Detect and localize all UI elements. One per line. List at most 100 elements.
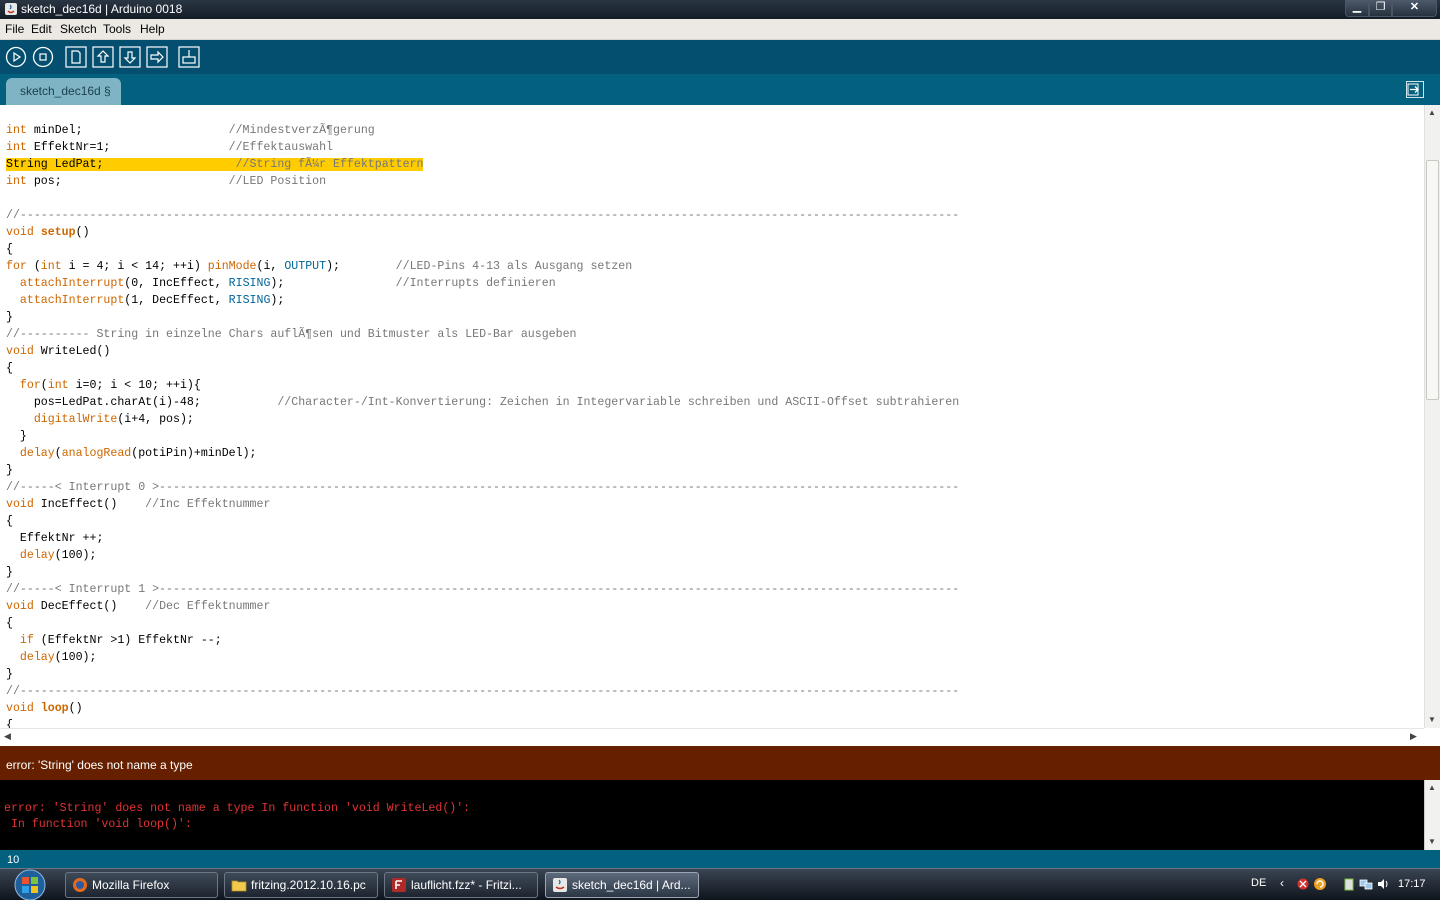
upload-button[interactable] (146, 46, 168, 68)
code-token: //LED Position (228, 175, 327, 188)
code-line[interactable]: String LedPat; //String fÃ¼r Effektpatte… (6, 156, 424, 173)
tab-sketch[interactable]: sketch_dec16d § (6, 78, 121, 105)
code-line[interactable]: if (EffektNr >1) EffektNr --; (6, 632, 222, 649)
verify-button[interactable] (5, 46, 27, 68)
stop-button[interactable] (32, 46, 54, 68)
code-line[interactable]: { (6, 513, 13, 530)
menu-help[interactable]: Help (140, 22, 165, 36)
code-line[interactable]: } (6, 666, 13, 683)
code-token: //-----< Interrupt 1 >------------------… (6, 583, 960, 596)
code-token: ( (54, 447, 62, 460)
editor-vertical-scrollbar[interactable]: ▲ ▼ (1424, 105, 1440, 728)
save-button[interactable] (119, 46, 141, 68)
menu-tools[interactable]: Tools (103, 22, 131, 36)
open-button[interactable] (92, 46, 114, 68)
code-line[interactable]: EffektNr ++; (6, 530, 104, 547)
code-line[interactable]: } (6, 428, 27, 445)
volume-icon[interactable] (1376, 877, 1390, 891)
code-line[interactable]: //--------------------------------------… (6, 207, 959, 224)
code-token: { (6, 617, 13, 630)
tab-menu-button[interactable] (1406, 81, 1424, 98)
scroll-up-arrow-icon[interactable]: ▲ (1428, 108, 1436, 117)
scroll-down-arrow-icon[interactable]: ▼ (1428, 715, 1436, 724)
minimize-button[interactable]: ▁ (1345, 0, 1369, 17)
code-line[interactable]: //-----< Interrupt 0 >------------------… (6, 479, 959, 496)
menu-file[interactable]: File (5, 22, 24, 36)
code-token: attachInterrupt (19, 277, 125, 290)
code-line[interactable]: } (6, 309, 13, 326)
start-button[interactable] (8, 869, 52, 900)
scroll-left-arrow-icon[interactable]: ◀ (4, 731, 11, 742)
code-line[interactable]: void loop() (6, 700, 83, 717)
console-scrollbar[interactable]: ▲ ▼ (1424, 780, 1440, 850)
code-token: void (6, 498, 34, 511)
code-token: WriteLed() (33, 345, 111, 358)
code-token: void (6, 702, 34, 715)
code-token: delay (19, 651, 55, 664)
code-line[interactable]: int EffektNr=1; //Effektauswahl (6, 139, 333, 156)
editor-scroll-thumb[interactable] (1426, 160, 1439, 400)
code-token: for (6, 260, 27, 273)
serial-monitor-button[interactable] (178, 46, 200, 68)
code-line[interactable]: delay(100); (6, 547, 97, 564)
code-line[interactable]: for (int i = 4; i < 14; ++i) pinMode(i, … (6, 258, 632, 275)
console-scroll-up-icon[interactable]: ▲ (1428, 783, 1436, 792)
code-line[interactable]: pos=LedPat.charAt(i)-48; //Character-/In… (6, 394, 959, 411)
antivirus-tray-icon[interactable] (1296, 877, 1310, 891)
code-token: pos=LedPat.charAt(i)-48; (6, 396, 278, 409)
code-line[interactable]: } (6, 462, 13, 479)
code-line[interactable]: void WriteLed() (6, 343, 110, 360)
code-line[interactable]: //-----< Interrupt 1 >------------------… (6, 581, 959, 598)
code-line[interactable]: { (6, 360, 13, 377)
code-line[interactable]: for(int i=0; i < 10; ++i){ (6, 377, 201, 394)
code-line[interactable]: digitalWrite(i+4, pos); (6, 411, 194, 428)
code-token: void (6, 345, 34, 358)
code-line[interactable]: { (6, 241, 13, 258)
scroll-right-arrow-icon[interactable]: ▶ (1410, 731, 1417, 742)
language-indicator[interactable]: DE (1251, 877, 1266, 889)
code-token: //Effektauswahl (228, 141, 334, 154)
close-button[interactable]: ✕ (1392, 0, 1437, 17)
clock[interactable]: 17:17 (1398, 878, 1426, 890)
code-line[interactable]: void IncEffect() //Inc Effektnummer (6, 496, 270, 513)
code-line[interactable]: //--------------------------------------… (6, 683, 959, 700)
code-token: { (6, 515, 13, 528)
code-editor[interactable]: int minDel; //MindestverzÃ¶gerung int Eff… (0, 105, 1424, 728)
fritzing-icon (392, 878, 406, 892)
code-token: for (19, 379, 41, 392)
code-line[interactable]: delay(100); (6, 649, 97, 666)
code-line[interactable]: //---------- String in einzelne Chars au… (6, 326, 577, 343)
menu-edit[interactable]: Edit (31, 22, 52, 36)
code-line[interactable]: attachInterrupt(0, IncEffect, RISING); /… (6, 275, 556, 292)
code-line[interactable]: } (6, 564, 13, 581)
editor-horizontal-scrollbar[interactable]: ◀ ▶ (0, 728, 1424, 744)
task-firefox[interactable]: Mozilla Firefox (65, 872, 218, 898)
code-token: loop (40, 702, 69, 715)
code-line[interactable]: void DecEffect() //Dec Effektnummer (6, 598, 270, 615)
maximize-button[interactable]: ❐ (1369, 0, 1392, 17)
console-scroll-down-icon[interactable]: ▼ (1428, 837, 1436, 846)
task-fritzing-folder[interactable]: fritzing.2012.10.16.pc (224, 872, 378, 898)
code-token: (i, (256, 260, 285, 273)
code-line[interactable]: void setup() (6, 224, 90, 241)
network-tray-icon[interactable] (1359, 877, 1373, 891)
task-fritzing[interactable]: lauflicht.fzz* - Fritzi... (384, 872, 538, 898)
new-button[interactable] (65, 46, 87, 68)
code-token: { (6, 243, 13, 256)
tray-expand-chevron-icon[interactable]: ‹ (1280, 876, 1284, 890)
code-token: OUTPUT (284, 260, 327, 273)
code-line[interactable]: { (6, 717, 13, 728)
code-line[interactable]: int minDel; //MindestverzÃ¶gerung (6, 122, 375, 139)
code-line[interactable]: { (6, 615, 13, 632)
code-line[interactable]: delay(analogRead(potiPin)+minDel); (6, 445, 257, 462)
update-tray-icon[interactable] (1313, 877, 1327, 891)
code-token: //--------------------------------------… (6, 209, 960, 222)
code-line[interactable]: attachInterrupt(1, DecEffect, RISING); (6, 292, 284, 309)
menu-sketch[interactable]: Sketch (60, 22, 97, 36)
task-arduino[interactable]: sketch_dec16d | Ard... (545, 872, 699, 898)
clipboard-tray-icon[interactable] (1342, 877, 1356, 891)
code-line[interactable]: int pos; //LED Position (6, 173, 326, 190)
code-token: int (6, 141, 27, 154)
